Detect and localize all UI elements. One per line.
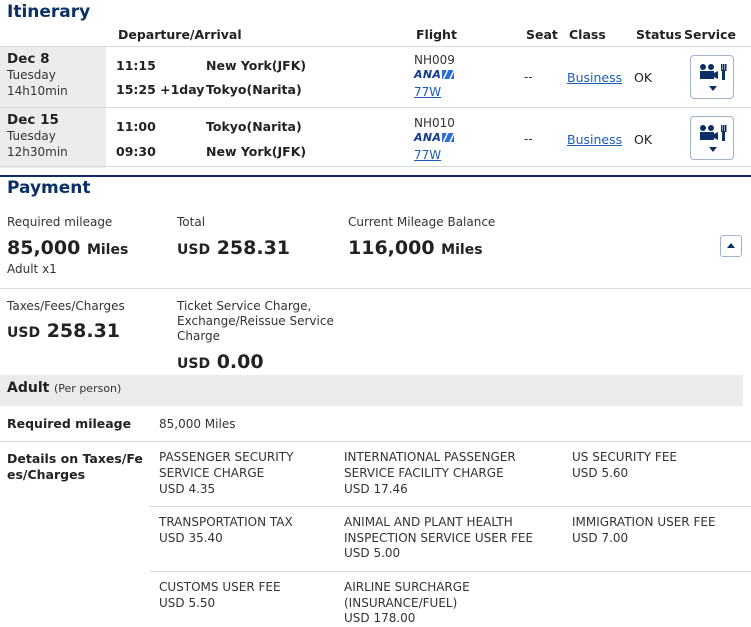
arrival-time: 09:30 [116,144,156,159]
aircraft-link[interactable]: 77W [414,148,441,162]
segment-date-cell: Dec 8 Tuesday 14h10min [0,47,106,107]
adult-count: Adult x1 [7,262,57,276]
departure-time: 11:00 [116,119,156,134]
fee-name: US SECURITY FEE [572,450,677,464]
ticket-service-value: USD 0.00 [177,351,264,373]
segment-date: Dec 8 [7,51,50,67]
header-class: Class [569,27,606,42]
adult-header-band: Adult (Per person) [0,375,743,406]
segment-weekday: Tuesday [7,129,56,143]
fee-name: INTERNATIONAL PASSENGER SERVICE FACILITY… [344,450,516,480]
in-flight-service-icon [700,125,727,141]
class-link[interactable]: Business [567,132,622,147]
chevron-down-icon [709,86,717,91]
adult-title: Adult [7,380,50,396]
fee-name: CUSTOMS USER FEE [159,580,281,594]
fee-amount: USD 17.46 [344,482,408,496]
total-label: Total [177,215,206,229]
fee-name: ANIMAL AND PLANT HEALTH INSPECTION SERVI… [344,515,534,545]
adult-required-mileage-label: Required mileage [7,416,132,431]
segment-duration: 12h30min [7,145,68,159]
ana-logo: ANA [414,131,455,144]
fee-name: IMMIGRATION USER FEE [572,515,716,529]
arrival-city: Tokyo(Narita) [206,82,302,97]
departure-city: New York(JFK) [206,58,307,73]
seat-value: -- [524,132,533,146]
itinerary-row: Dec 8 Tuesday 14h10min 11:15 New York(JF… [0,46,751,107]
fee-name: AIRLINE SURCHARGE (INSURANCE/FUEL) [344,580,470,610]
status-value: OK [634,70,653,85]
fee-amount: USD 5.50 [159,596,216,610]
departure-city: Tokyo(Narita) [206,119,302,134]
adult-subtitle: (Per person) [54,382,122,395]
header-flight: Flight [416,27,457,42]
header-status: Status [636,27,682,42]
departure-time: 11:15 [116,58,156,73]
required-mileage-value: 85,000 Miles [7,237,129,259]
segment-date-cell: Dec 15 Tuesday 12h30min [0,108,106,168]
fee-name: TRANSPORTATION TAX [159,515,293,529]
service-button[interactable] [690,116,734,160]
service-button[interactable] [690,55,734,99]
flight-number: NH009 [414,53,455,67]
aircraft-link[interactable]: 77W [414,85,441,99]
segment-duration: 14h10min [7,84,68,98]
mileage-balance-value: 116,000 Miles [348,237,483,259]
chevron-up-icon [727,243,735,248]
taxes-fees-value: USD 258.31 [7,320,121,342]
segment-date: Dec 15 [7,112,59,128]
divider [150,506,751,507]
total-value: USD 258.31 [177,237,291,259]
payment-top-rule [0,175,751,177]
in-flight-service-icon [700,64,727,80]
itinerary-title: Itinerary [7,2,91,22]
arrival-time: 15:25 +1day [116,82,205,97]
divider [0,166,751,167]
arrival-city: New York(JFK) [206,144,307,159]
status-value: OK [634,132,653,147]
divider [0,441,751,442]
collapse-button[interactable] [720,235,742,257]
header-seat: Seat [526,27,558,42]
taxes-fees-label: Taxes/Fees/Charges [7,299,125,313]
adult-required-mileage-value: 85,000 Miles [159,417,236,431]
header-departure-arrival: Departure/Arrival [118,27,242,42]
fee-amount: USD 178.00 [344,611,416,625]
ana-logo: ANA [414,68,455,81]
fee-amount: USD 5.00 [344,546,401,560]
fee-name: PASSENGER SECURITY SERVICE CHARGE [159,450,294,480]
class-link[interactable]: Business [567,70,622,85]
details-taxes-label: Details on Taxes/Fees/Charges [7,451,143,482]
payment-title: Payment [7,178,91,198]
mileage-balance-label: Current Mileage Balance [348,215,496,229]
itinerary-row: Dec 15 Tuesday 12h30min 11:00 Tokyo(Nari… [0,107,751,168]
fee-amount: USD 5.60 [572,466,629,480]
divider [150,571,751,572]
fee-amount: USD 7.00 [572,531,629,545]
ticket-service-label: Ticket Service Charge, Exchange/Reissue … [177,299,334,343]
required-mileage-label: Required mileage [7,215,113,229]
divider [0,288,751,289]
flight-number: NH010 [414,116,455,130]
seat-value: -- [524,70,533,84]
chevron-down-icon [709,147,717,152]
fee-amount: USD 4.35 [159,482,216,496]
segment-weekday: Tuesday [7,68,56,82]
header-service: Service [684,27,736,42]
fee-amount: USD 35.40 [159,531,223,545]
